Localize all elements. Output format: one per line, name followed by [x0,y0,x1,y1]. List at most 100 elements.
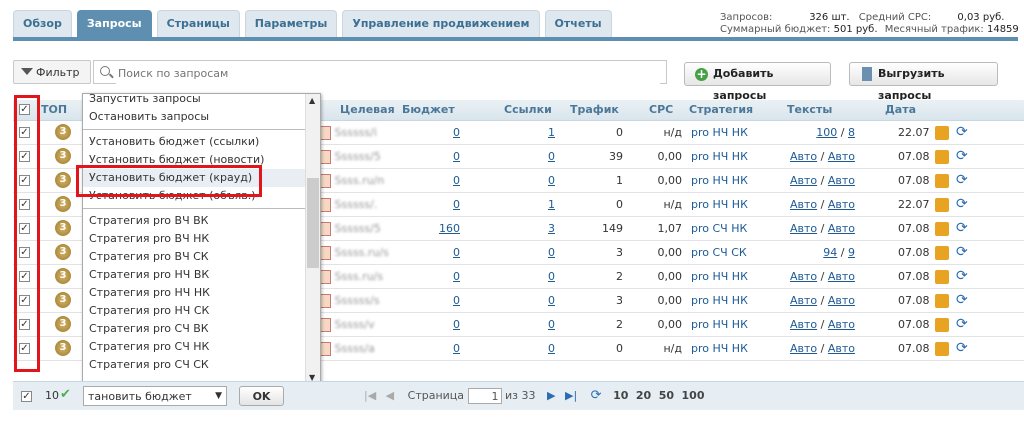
links-cell[interactable]: 0 [513,289,555,312]
refresh-row-icon[interactable]: ⟳ [956,172,972,188]
pause-icon[interactable] [935,246,949,260]
refresh-row-icon[interactable]: ⟳ [956,124,972,140]
strategy-cell[interactable]: pro СЧ НК [691,217,747,240]
links-cell[interactable]: 0 [513,313,555,336]
pause-icon[interactable] [935,294,949,308]
budget-cell[interactable]: 0 [418,121,460,144]
texts-link-2[interactable]: Авто [828,222,855,235]
dropdown-item[interactable]: Стратегия pro ВЧ ВК [89,212,208,230]
per-page-50[interactable]: 50 [659,389,674,402]
strategy-cell[interactable]: pro НЧ НК [691,193,748,216]
budget-cell[interactable]: 0 [418,241,460,264]
refresh-icon[interactable]: ⟳ [591,388,602,403]
first-page-icon[interactable]: |◀ [364,389,376,402]
texts-link-2[interactable]: Авто [828,150,855,163]
budget-cell[interactable]: 0 [418,145,460,168]
texts-link-1[interactable]: Авто [790,294,817,307]
pause-icon[interactable] [935,222,949,236]
filter-button[interactable]: Фильтр [13,60,91,84]
budget-cell[interactable]: 0 [418,265,460,288]
bulk-action-select[interactable]: тановить бюджет (крауд) ▼ [83,386,227,406]
footer-select-checkbox[interactable]: ✓ [21,391,32,402]
strategy-cell[interactable]: pro НЧ НК [691,121,748,144]
refresh-row-icon[interactable]: ⟳ [956,244,972,260]
tab-promotion-management[interactable]: Управление продвижением [342,10,540,37]
col-date[interactable]: Дата [885,100,916,120]
col-strategy[interactable]: Стратегия [689,100,753,120]
strategy-cell[interactable]: pro НЧ НК [691,265,748,288]
pause-icon[interactable] [935,126,949,140]
links-cell[interactable]: 1 [513,193,555,216]
strategy-cell[interactable]: pro НЧ НК [691,169,748,192]
links-cell[interactable]: 1 [513,121,555,144]
next-page-icon[interactable]: ▶ [547,389,555,402]
budget-cell[interactable]: 0 [418,289,460,312]
texts-link-1[interactable]: Авто [790,342,817,355]
texts-link-1[interactable]: Авто [790,174,817,187]
texts-link-1[interactable]: Авто [790,222,817,235]
strategy-cell[interactable]: pro СЧ СК [691,241,747,264]
url-text[interactable]: Sssss/a [335,342,375,355]
links-cell[interactable]: 0 [513,241,555,264]
col-texts[interactable]: Тексты [787,100,832,120]
scrollbar-thumb[interactable] [307,178,319,268]
dropdown-item[interactable]: Стратегия pro ВЧ НК [89,230,209,248]
dropdown-item[interactable]: Стратегия pro НЧ НК [89,284,210,302]
add-queries-button[interactable]: + Добавить запросы [684,62,831,102]
refresh-row-icon[interactable]: ⟳ [956,316,972,332]
dropdown-item[interactable]: Стратегия pro СЧ НК [89,338,209,356]
tab-parameters[interactable]: Параметры [244,10,338,37]
tab-overview[interactable]: Обзор [13,10,72,37]
texts-link-2[interactable]: Авто [828,174,855,187]
texts-link-2[interactable]: Авто [828,198,855,211]
budget-cell[interactable]: 0 [418,169,460,192]
url-text[interactable]: Sssss.ru/s [335,246,389,259]
refresh-row-icon[interactable]: ⟳ [956,268,972,284]
refresh-row-icon[interactable]: ⟳ [956,220,972,236]
dropdown-item[interactable]: Стратегия pro СЧ СК [89,356,209,374]
pause-icon[interactable] [935,150,949,164]
texts-link-2[interactable]: 9 [848,246,855,259]
refresh-row-icon[interactable]: ⟳ [956,196,972,212]
texts-link-2[interactable]: Авто [828,294,855,307]
url-text[interactable]: Ssss.ru/s [335,270,384,283]
pause-icon[interactable] [935,270,949,284]
dropdown-item[interactable]: Стратегия pro НЧ СК [89,302,209,320]
per-page-100[interactable]: 100 [682,389,705,402]
col-links[interactable]: Ссылки [504,100,552,120]
url-text[interactable]: Ssssss/. [335,198,378,211]
dropdown-item[interactable]: Стратегия pro ВЧ СК [89,248,209,266]
dropdown-item[interactable]: Стратегия pro НЧ ВК [89,266,209,284]
dropdown-item[interactable]: Установить бюджет (ссылки) [89,133,259,151]
export-queries-button[interactable]: Выгрузить запросы [849,62,998,102]
refresh-row-icon[interactable]: ⟳ [956,148,972,164]
pause-icon[interactable] [935,174,949,188]
url-text[interactable]: Ssssss/5 [335,150,381,163]
tab-queries[interactable]: Запросы [76,10,152,37]
prev-page-icon[interactable]: ◀ [386,389,394,402]
url-text[interactable]: Sssss/v [335,318,375,331]
texts-link-1[interactable]: 100 [816,126,837,139]
pause-icon[interactable] [935,342,949,356]
url-text[interactable]: Ssssss/i [335,126,377,139]
col-target[interactable]: Целевая [340,100,395,120]
budget-cell[interactable]: 0 [418,313,460,336]
col-top[interactable]: ТОП [41,100,67,120]
url-text[interactable]: Ssssss/s [335,294,380,307]
texts-link-2[interactable]: 8 [848,126,855,139]
refresh-row-icon[interactable]: ⟳ [956,292,972,308]
texts-link-1[interactable]: Авто [790,318,817,331]
budget-cell[interactable]: 160 [418,217,460,240]
per-page-10[interactable]: 10 [613,389,628,402]
pause-icon[interactable] [935,318,949,332]
dropdown-item[interactable]: Запустить запросы [89,94,201,108]
tab-reports[interactable]: Отчеты [544,10,612,37]
refresh-row-icon[interactable]: ⟳ [956,340,972,356]
dropdown-item[interactable]: Остановить запросы [89,108,209,126]
tab-pages[interactable]: Страницы [156,10,240,37]
dropdown-item[interactable]: Стратегия pro СЧ ВК [89,320,209,338]
search-input[interactable] [116,62,660,84]
scroll-up-icon[interactable]: ▲ [309,96,315,105]
texts-link-1[interactable]: Авто [790,270,817,283]
strategy-cell[interactable]: pro НЧ НК [691,337,748,360]
